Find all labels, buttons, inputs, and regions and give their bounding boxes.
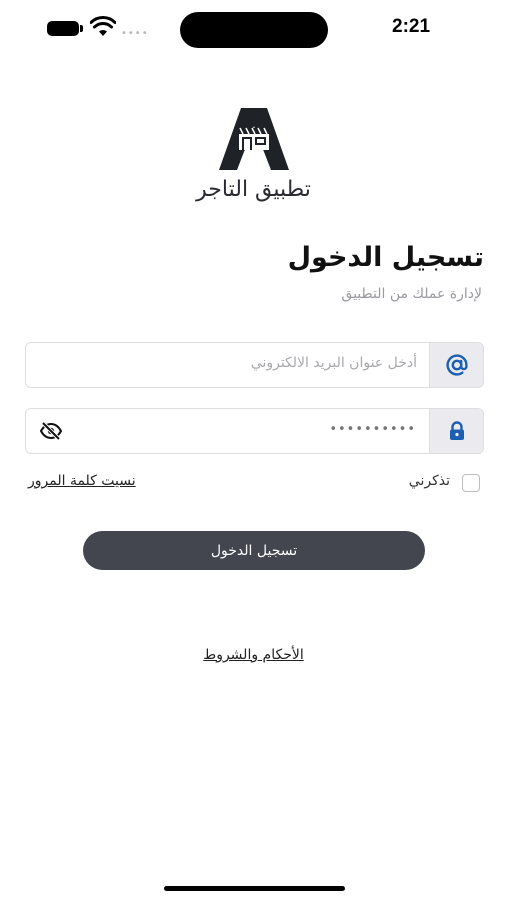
password-field[interactable]: •••••••••• xyxy=(25,408,484,454)
lock-icon xyxy=(449,421,464,440)
page-subtitle: لإدارة عملك من التطبيق xyxy=(341,286,482,302)
password-mask: •••••••••• xyxy=(329,422,416,437)
status-bar: •••• 2:21 xyxy=(0,0,507,60)
status-time: 2:21 xyxy=(392,16,431,37)
signal-dots: •••• xyxy=(121,28,149,39)
password-icon-box xyxy=(429,409,483,453)
home-indicator xyxy=(164,886,345,891)
email-field[interactable]: أدخل عنوان البريد الالكتروني xyxy=(25,342,484,388)
remember-me-label: تذكرني xyxy=(408,473,450,489)
app-logo xyxy=(219,108,289,170)
page-title: تسجيل الدخول xyxy=(287,242,484,273)
forgot-password-link[interactable]: نسيت كلمة المرور xyxy=(28,473,136,489)
app-name: تطبيق التاجر xyxy=(196,177,311,202)
email-icon-box xyxy=(429,343,483,387)
email-placeholder: أدخل عنوان البريد الالكتروني xyxy=(250,355,417,371)
dynamic-island xyxy=(180,12,328,48)
at-icon xyxy=(445,354,468,376)
eye-off-icon[interactable] xyxy=(40,422,62,440)
terms-link[interactable]: الأحكام والشروط xyxy=(0,647,507,663)
wifi-icon xyxy=(90,16,116,36)
login-button[interactable]: تسجيل الدخول xyxy=(83,531,425,570)
remember-me-checkbox[interactable] xyxy=(462,474,480,492)
battery-icon xyxy=(47,21,83,36)
